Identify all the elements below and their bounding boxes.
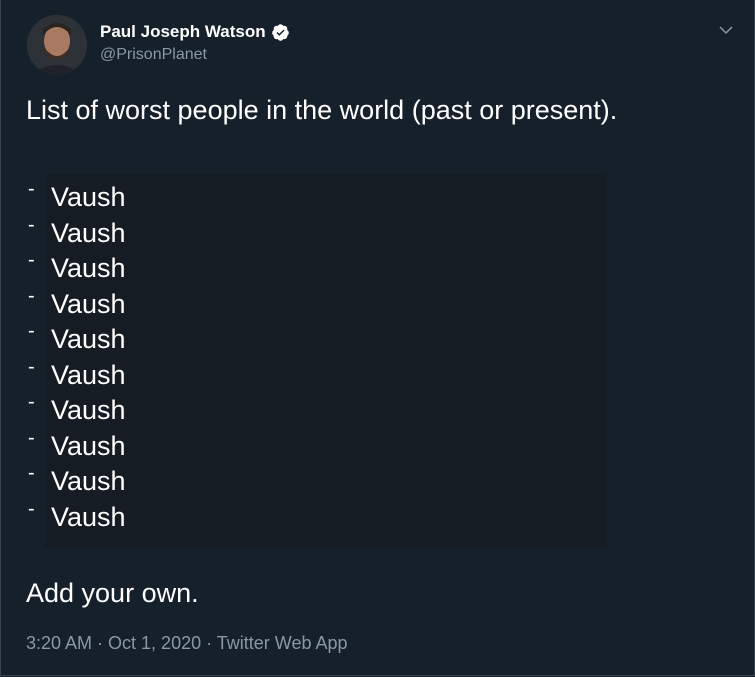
avatar-photo-icon [27,15,87,75]
list-dash: - [28,213,35,236]
list-item-text: Vaush [51,182,126,212]
author-handle[interactable]: @PrisonPlanet [100,46,207,64]
tweet-meta[interactable]: 3:20 AM · Oct 1, 2020 · Twitter Web App [26,633,348,654]
list-dash: - [28,426,35,449]
avatar[interactable] [27,15,87,75]
list-item-text: Vaush [51,288,126,319]
list-dash: - [28,462,35,484]
list-item-text: Vaush [51,430,126,461]
list-item-text: Vaush [51,324,126,354]
list-dash: - [28,497,35,520]
list-dash: - [28,178,35,200]
list-dash: - [28,355,35,378]
tweet-intro-text: List of worst people in the world (past … [26,95,618,125]
list-dash: - [28,391,35,413]
list-dash: - [28,284,35,307]
list-item-text: Vaush [51,253,126,283]
chevron-down-icon[interactable] [718,22,734,38]
author-name-text[interactable]: Paul Joseph Watson [100,22,266,42]
verified-badge-icon [271,23,289,41]
list-item-text: Vaush [51,217,126,248]
tweet-card: Paul Joseph Watson @PrisonPlanet List of… [0,0,755,676]
list-dash: - [28,249,35,271]
list-item-text: Vaush [51,501,126,532]
tweet-outro-text: Add your own. [26,578,199,608]
list-item-text: Vaush [51,466,126,496]
list-item-text: Vaush [51,359,126,390]
code-block [45,174,607,548]
author-name[interactable]: Paul Joseph Watson [100,22,290,42]
list-dash: - [28,320,35,342]
list-item-text: Vaush [51,395,126,425]
